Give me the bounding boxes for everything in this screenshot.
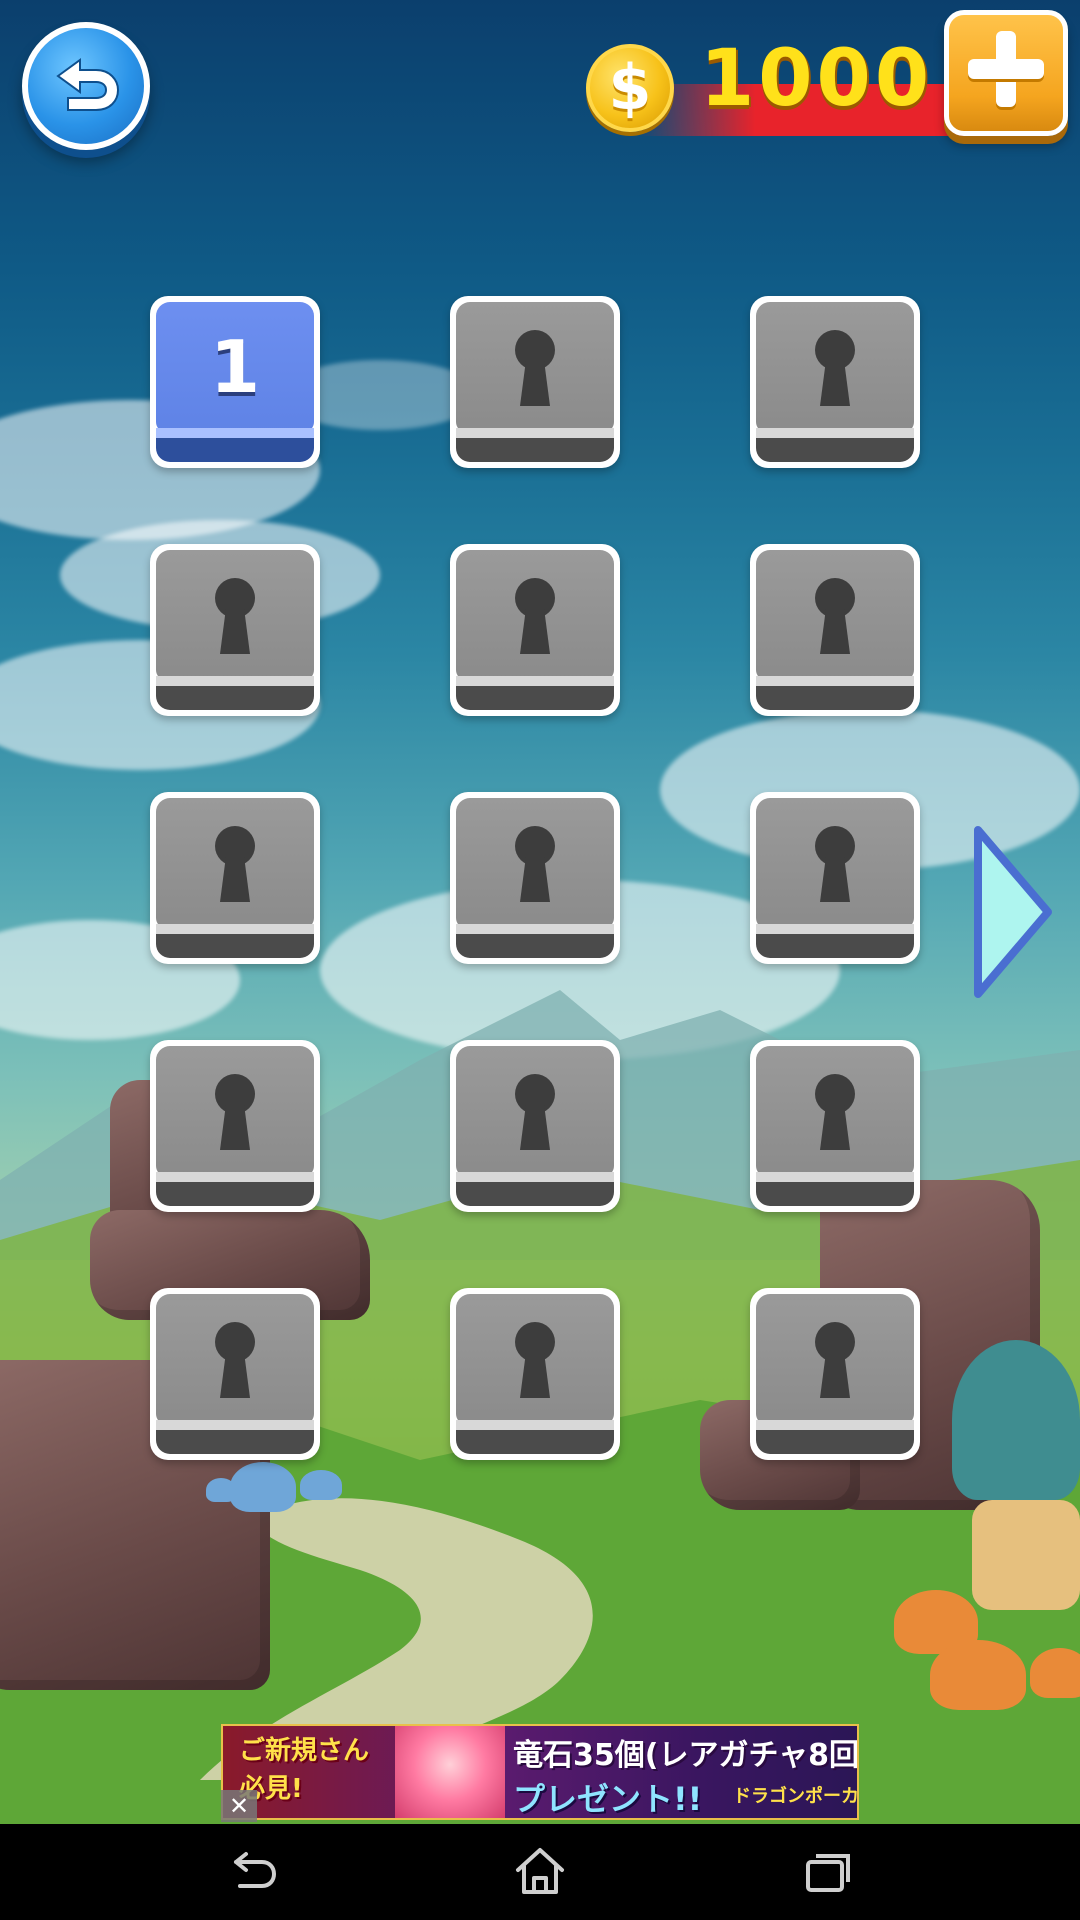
keyhole-icon <box>815 1322 855 1398</box>
blue-mushroom <box>300 1470 342 1500</box>
ad-banner[interactable]: ご新規さん 必見! 竜石35個(レアガチャ8回相当) プレゼント!! ドラゴンポ… <box>221 1724 859 1820</box>
level-tile-locked[interactable] <box>750 544 920 716</box>
keyhole-icon <box>515 578 555 654</box>
level-tile-base <box>756 1430 914 1454</box>
back-arrow-icon <box>56 58 120 111</box>
ad-close-button[interactable]: ✕ <box>221 1790 257 1822</box>
level-tile-locked[interactable] <box>150 544 320 716</box>
keyhole-icon <box>515 1322 555 1398</box>
level-tile-rim <box>456 924 614 934</box>
keyhole-icon <box>515 1074 555 1150</box>
coin-amount: 1000 <box>700 34 934 124</box>
level-number: 1 <box>209 325 261 409</box>
level-tile-locked[interactable] <box>150 1288 320 1460</box>
level-tile-locked[interactable] <box>150 1040 320 1212</box>
level-tile-rim <box>756 428 914 438</box>
level-tile-locked[interactable] <box>750 296 920 468</box>
level-tile-1[interactable]: 1 <box>150 296 320 468</box>
keyhole-icon <box>215 826 255 902</box>
orange-mushroom <box>930 1640 1026 1710</box>
level-tile-locked[interactable] <box>750 1040 920 1212</box>
game-screen: $ 1000 1 ご新規さん 必見! 竜石35個(レアガチャ8回相当) プレゼン… <box>0 0 1080 1920</box>
nav-home-icon[interactable] <box>510 1842 570 1902</box>
add-coins-button[interactable] <box>944 10 1068 136</box>
keyhole-icon <box>215 1322 255 1398</box>
ad-subheadline: プレゼント!! <box>513 1780 703 1818</box>
keyhole-icon <box>215 578 255 654</box>
ad-character-image <box>395 1726 505 1818</box>
level-tile-locked[interactable] <box>450 544 620 716</box>
keyhole-icon <box>515 826 555 902</box>
nav-back-icon[interactable] <box>222 1842 282 1902</box>
level-tile-base <box>156 1430 314 1454</box>
level-tile-base <box>756 438 914 462</box>
keyhole-icon <box>215 1074 255 1150</box>
level-tile-base <box>456 686 614 710</box>
level-tile-rim <box>456 428 614 438</box>
level-tile-locked[interactable] <box>750 792 920 964</box>
mushroom-house-base <box>972 1500 1080 1610</box>
blue-mushroom <box>206 1478 236 1502</box>
keyhole-icon <box>815 330 855 406</box>
nav-recents-icon[interactable] <box>798 1842 858 1902</box>
level-tile-locked[interactable] <box>150 792 320 964</box>
level-tile-locked[interactable] <box>450 1040 620 1212</box>
level-tile-base <box>156 1182 314 1206</box>
navigation-bar <box>0 1824 1080 1920</box>
teal-mushroom-house <box>952 1340 1080 1500</box>
dollar-coin-icon: $ <box>586 44 674 132</box>
level-tile-rim <box>156 1172 314 1182</box>
level-tile-rim <box>156 1420 314 1430</box>
blue-mushroom <box>230 1462 296 1512</box>
keyhole-icon <box>815 1074 855 1150</box>
level-tile-rim <box>756 676 914 686</box>
next-page-arrow[interactable] <box>970 822 1054 1002</box>
keyhole-icon <box>815 578 855 654</box>
level-tile-rim <box>456 1420 614 1430</box>
level-tile-locked[interactable] <box>750 1288 920 1460</box>
level-tile-rim <box>756 1420 914 1430</box>
level-tile-base <box>456 934 614 958</box>
level-tile-rim <box>156 676 314 686</box>
level-tile-base <box>756 934 914 958</box>
level-tile-base <box>456 438 614 462</box>
level-tile-base <box>156 438 314 462</box>
ad-left-line1: ご新規さん <box>239 1736 370 1766</box>
level-tile-rim <box>156 924 314 934</box>
level-tile-rim <box>456 1172 614 1182</box>
level-tile-locked[interactable] <box>450 792 620 964</box>
level-tile-rim <box>456 676 614 686</box>
level-tile-rim <box>756 1172 914 1182</box>
level-tile-base <box>756 686 914 710</box>
keyhole-icon <box>815 826 855 902</box>
level-tile-base <box>456 1182 614 1206</box>
level-tile-rim <box>756 924 914 934</box>
level-tile-base <box>456 1430 614 1454</box>
level-tile-locked[interactable] <box>450 296 620 468</box>
ad-headline: 竜石35個(レアガチャ8回相当) <box>513 1738 859 1773</box>
ad-brand-logo: ドラゴンポーカー <box>733 1786 859 1807</box>
level-tile-base <box>156 686 314 710</box>
orange-mushroom <box>1030 1648 1080 1698</box>
level-tile-base <box>756 1182 914 1206</box>
ad-left-line2: 必見! <box>239 1774 303 1804</box>
keyhole-icon <box>515 330 555 406</box>
back-button[interactable] <box>22 22 150 150</box>
level-tile-locked[interactable] <box>450 1288 620 1460</box>
level-tile-base <box>156 934 314 958</box>
ad-left-text: ご新規さん 必見! <box>239 1732 399 1808</box>
